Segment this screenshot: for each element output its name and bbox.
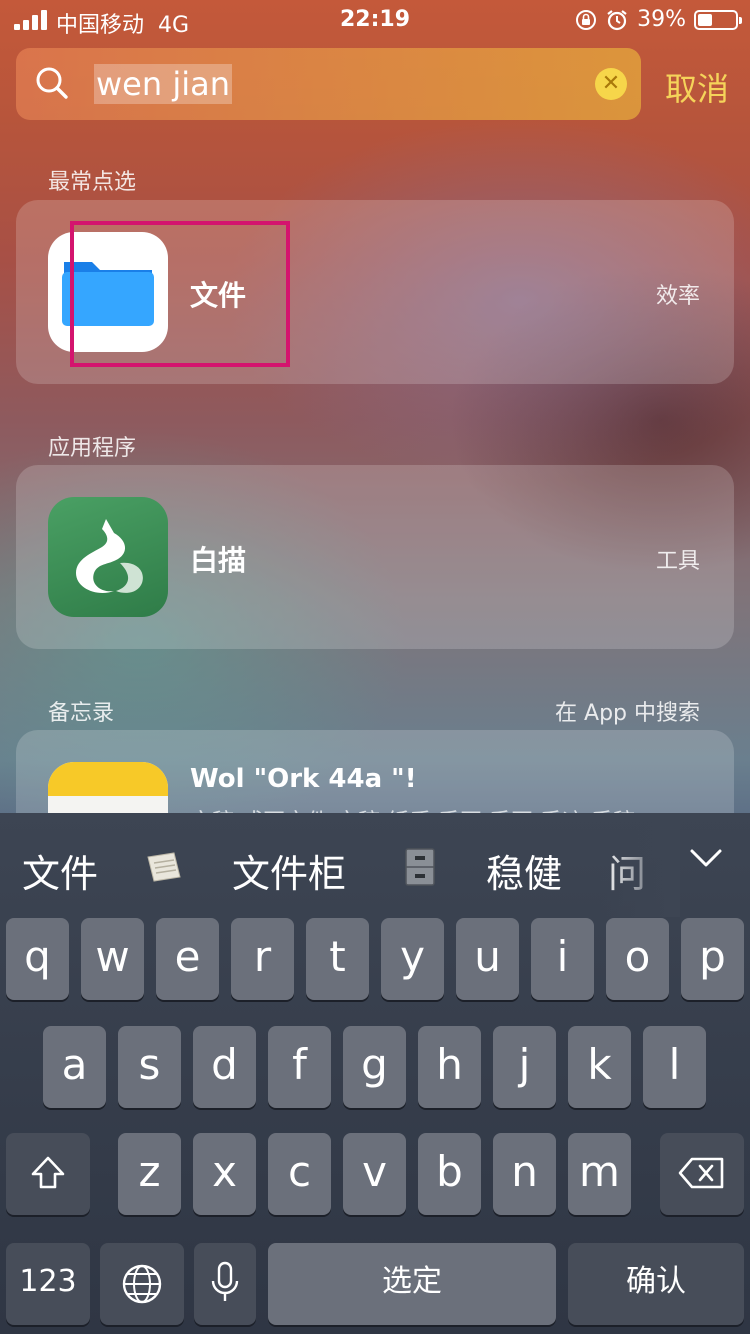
space-key[interactable]: 选定	[268, 1243, 556, 1325]
search-icon	[36, 67, 68, 99]
orientation-lock-icon	[576, 9, 597, 30]
key-r[interactable]: r	[231, 918, 294, 1000]
highlight-box	[70, 221, 290, 367]
key-f[interactable]: f	[268, 1026, 331, 1108]
battery-icon	[694, 9, 742, 30]
baimiao-app-icon	[48, 497, 168, 617]
key-o[interactable]: o	[606, 918, 669, 1000]
key-l[interactable]: l	[643, 1026, 706, 1108]
file-cabinet-emoji-icon[interactable]	[400, 847, 440, 887]
key-m[interactable]: m	[568, 1133, 631, 1215]
section-title-top-hits: 最常点选	[48, 170, 137, 195]
key-i[interactable]: i	[531, 918, 594, 1000]
key-j[interactable]: j	[493, 1026, 556, 1108]
key-y[interactable]: y	[381, 918, 444, 1000]
key-v[interactable]: v	[343, 1133, 406, 1215]
key-p[interactable]: p	[681, 918, 744, 1000]
search-input[interactable]: wen jian	[94, 64, 232, 104]
key-h[interactable]: h	[418, 1026, 481, 1108]
key-z[interactable]: z	[118, 1133, 181, 1215]
key-x[interactable]: x	[193, 1133, 256, 1215]
microphone-key[interactable]	[194, 1243, 256, 1325]
key-d[interactable]: d	[193, 1026, 256, 1108]
numbers-key[interactable]: 123	[6, 1243, 90, 1325]
search-in-app-link[interactable]: 在 App 中搜索	[555, 695, 700, 727]
key-s[interactable]: s	[118, 1026, 181, 1108]
note-title: Wol "Ork 44a "!	[190, 764, 417, 794]
battery-percent: 39%	[637, 7, 686, 32]
section-title-apps: 应用程序	[48, 436, 137, 461]
key-n[interactable]: n	[493, 1133, 556, 1215]
microphone-icon	[211, 1261, 239, 1301]
clear-icon[interactable]: ✕	[595, 68, 627, 100]
result-category: 效率	[655, 284, 700, 309]
status-bar: 中国移动 4G 22:19 39%	[0, 0, 750, 40]
globe-icon	[122, 1264, 162, 1304]
alarm-icon	[607, 9, 627, 30]
result-name: 白描	[190, 544, 247, 577]
key-a[interactable]: a	[43, 1026, 106, 1108]
key-e[interactable]: e	[156, 918, 219, 1000]
globe-key[interactable]	[100, 1243, 184, 1325]
key-q[interactable]: q	[6, 918, 69, 1000]
result-category: 工具	[655, 549, 700, 574]
key-g[interactable]: g	[343, 1026, 406, 1108]
key-t[interactable]: t	[306, 918, 369, 1000]
candidate-item[interactable]: 稳健	[486, 843, 562, 898]
candidate-item[interactable]: 文件	[22, 843, 98, 898]
delete-key[interactable]	[660, 1133, 744, 1215]
document-emoji-icon[interactable]	[144, 847, 184, 887]
key-c[interactable]: c	[268, 1133, 331, 1215]
chevron-down-icon[interactable]	[688, 843, 724, 873]
candidate-bar: 文件 文件柜 稳健 问	[0, 813, 750, 917]
confirm-key[interactable]: 确认	[568, 1243, 744, 1325]
candidate-fade	[600, 813, 680, 917]
keyboard: 文件 文件柜 稳健 问 qwertyuiop asdfghjkl	[0, 813, 750, 1334]
key-k[interactable]: k	[568, 1026, 631, 1108]
candidate-item[interactable]: 文件柜	[232, 843, 346, 898]
key-w[interactable]: w	[81, 918, 144, 1000]
key-u[interactable]: u	[456, 918, 519, 1000]
result-baimiao-app[interactable]: 白描 工具	[16, 465, 734, 649]
section-title-notes: 备忘录	[48, 701, 115, 726]
key-b[interactable]: b	[418, 1133, 481, 1215]
shift-key[interactable]	[6, 1133, 90, 1215]
cancel-button[interactable]: 取消	[665, 64, 729, 110]
search-bar[interactable]: wen jian ✕	[16, 48, 641, 120]
status-right: 39%	[575, 7, 742, 32]
